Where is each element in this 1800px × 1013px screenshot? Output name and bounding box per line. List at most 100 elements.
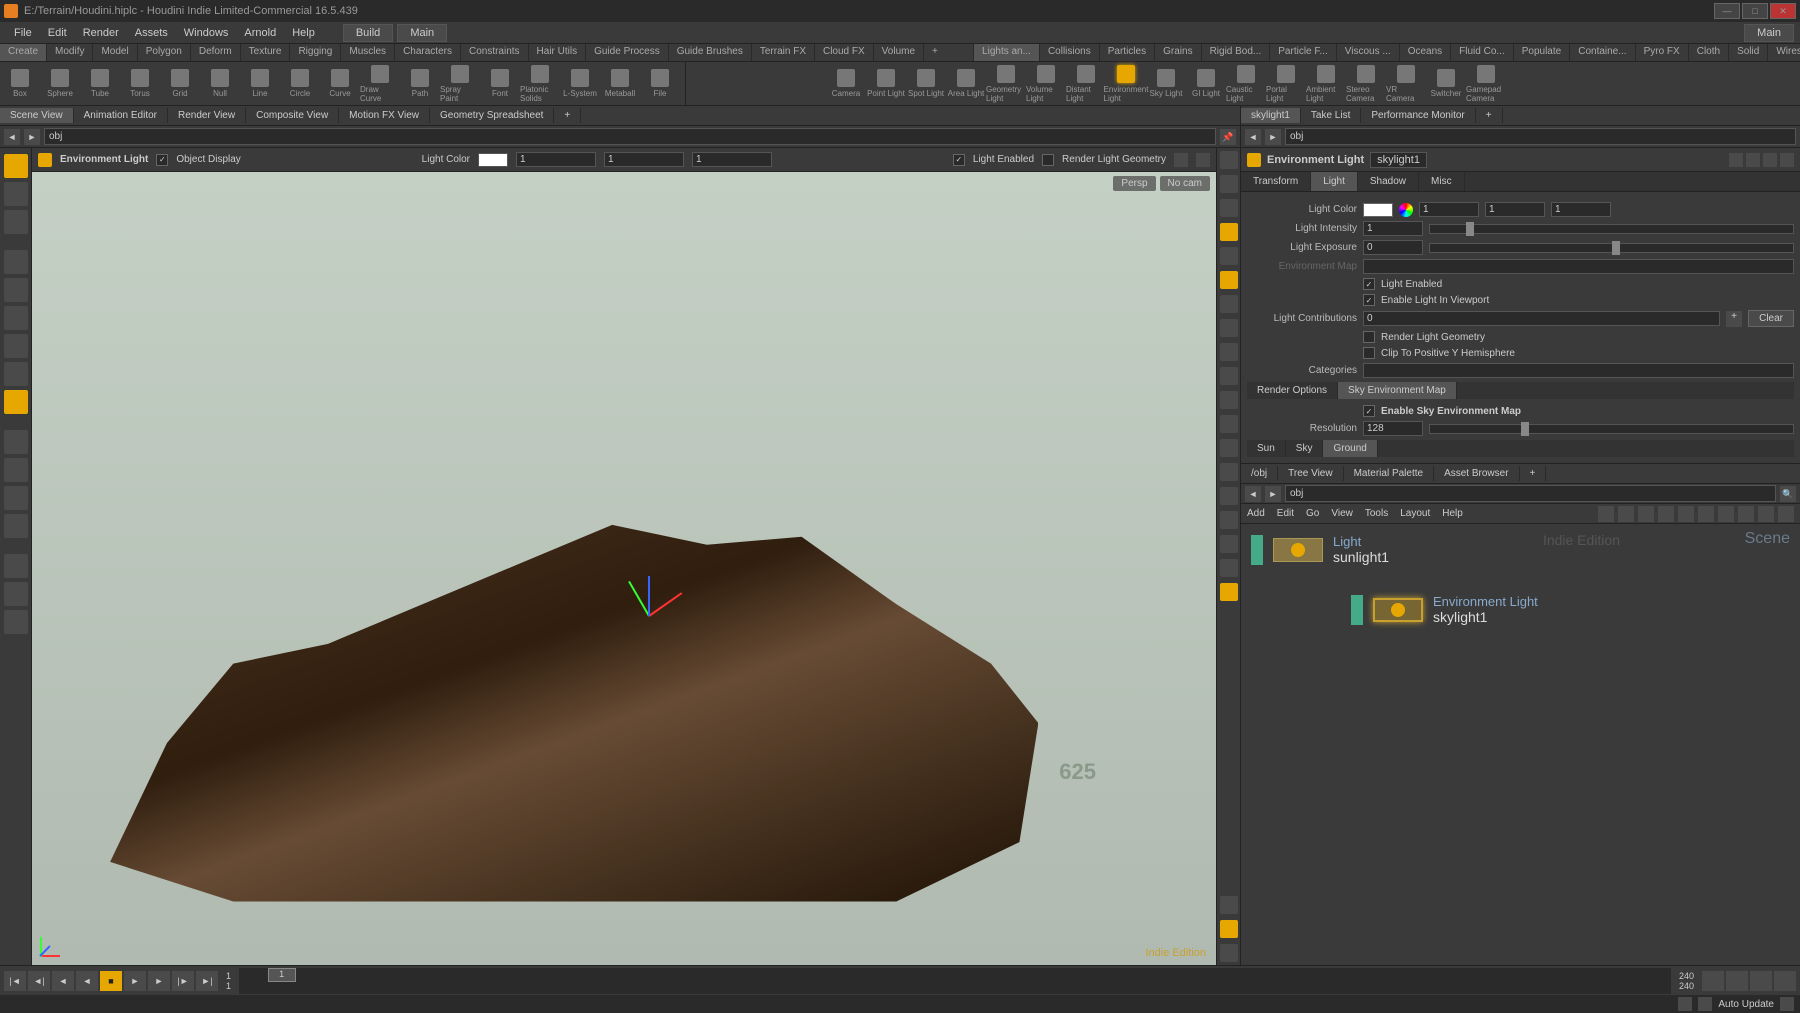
display-opt-icon[interactable] bbox=[1220, 151, 1238, 169]
tool-distantlight[interactable]: Distant Light bbox=[1066, 62, 1106, 105]
display-flag[interactable] bbox=[1351, 595, 1363, 625]
tool-skylight[interactable]: Sky Light bbox=[1146, 62, 1186, 105]
object-display-check[interactable]: ✓ bbox=[156, 154, 168, 166]
net-toolbar-icon[interactable] bbox=[1638, 506, 1654, 522]
subtab-sky-env-map[interactable]: Sky Environment Map bbox=[1338, 382, 1457, 399]
tab-geospread[interactable]: Geometry Spreadsheet bbox=[430, 108, 554, 123]
shelf-tab[interactable]: Oceans bbox=[1400, 44, 1451, 61]
tool-geolight[interactable]: Geometry Light bbox=[986, 62, 1026, 105]
display-opt-icon[interactable] bbox=[1220, 367, 1238, 385]
gear-icon[interactable] bbox=[1174, 153, 1188, 167]
step-fwd-button[interactable]: ► bbox=[148, 971, 170, 991]
tool-tube[interactable]: Tube bbox=[80, 62, 120, 105]
display-opt-icon[interactable] bbox=[1220, 295, 1238, 313]
info-icon[interactable] bbox=[1763, 153, 1777, 167]
shelf-tab[interactable]: Constraints bbox=[461, 44, 529, 61]
param-b[interactable] bbox=[1551, 202, 1611, 217]
tab-composite[interactable]: Composite View bbox=[246, 108, 339, 123]
persp-dropdown[interactable]: Persp bbox=[1113, 176, 1155, 191]
nav-back[interactable]: ◄ bbox=[4, 129, 20, 145]
light-enabled-check[interactable]: ✓ bbox=[953, 154, 965, 166]
tool-icon[interactable] bbox=[4, 182, 28, 206]
status-icon[interactable] bbox=[1698, 997, 1712, 1011]
menu-file[interactable]: File bbox=[6, 27, 40, 39]
shelf-tab[interactable]: Cloud FX bbox=[815, 44, 874, 61]
skytab-sun[interactable]: Sun bbox=[1247, 440, 1286, 457]
cam-dropdown[interactable]: No cam bbox=[1160, 176, 1210, 191]
net-toolbar-icon[interactable] bbox=[1718, 506, 1734, 522]
tab-takelist[interactable]: Take List bbox=[1301, 108, 1361, 123]
add-contrib-button[interactable]: + bbox=[1726, 311, 1742, 327]
shelf-tab[interactable]: Guide Process bbox=[586, 44, 669, 61]
display-opt-icon[interactable] bbox=[1220, 247, 1238, 265]
resolution-slider[interactable] bbox=[1429, 424, 1794, 434]
tool-volumelight[interactable]: Volume Light bbox=[1026, 62, 1066, 105]
menu-edit[interactable]: Edit bbox=[40, 27, 75, 39]
net-nav-back[interactable]: ◄ bbox=[1245, 486, 1261, 502]
resolution-field[interactable] bbox=[1363, 421, 1423, 436]
render-geom-check[interactable] bbox=[1042, 154, 1054, 166]
tool-drawcurve[interactable]: Draw Curve bbox=[360, 62, 400, 105]
shelf-tab[interactable]: Lights an... bbox=[974, 44, 1040, 61]
skytab-ground[interactable]: Ground bbox=[1323, 440, 1377, 457]
render-geom-check[interactable] bbox=[1363, 331, 1375, 343]
realtime-icon[interactable] bbox=[1702, 971, 1724, 991]
network-tab-obj[interactable]: /obj bbox=[1241, 466, 1278, 481]
tab-perfmon[interactable]: Performance Monitor bbox=[1361, 108, 1475, 123]
enable-sky-check[interactable]: ✓ bbox=[1363, 405, 1375, 417]
net-toolbar-icon[interactable] bbox=[1678, 506, 1694, 522]
net-menu-add[interactable]: Add bbox=[1247, 508, 1265, 519]
param-tab-transform[interactable]: Transform bbox=[1241, 172, 1311, 191]
net-toolbar-icon[interactable] bbox=[1698, 506, 1714, 522]
path-input-right[interactable] bbox=[1285, 128, 1796, 145]
net-menu-tools[interactable]: Tools bbox=[1365, 508, 1388, 519]
timeline-cursor[interactable]: 1 bbox=[268, 968, 296, 982]
menu-render[interactable]: Render bbox=[75, 27, 127, 39]
net-toolbar-icon[interactable] bbox=[1598, 506, 1614, 522]
tool-arealight[interactable]: Area Light bbox=[946, 62, 986, 105]
display-opt-icon[interactable] bbox=[1220, 223, 1238, 241]
search-icon[interactable] bbox=[1746, 153, 1760, 167]
tool-gilight[interactable]: GI Light bbox=[1186, 62, 1226, 105]
param-tab-shadow[interactable]: Shadow bbox=[1358, 172, 1419, 191]
select-tool-icon[interactable] bbox=[4, 154, 28, 178]
shelf-tab[interactable]: Containe... bbox=[1570, 44, 1635, 61]
network-tab-matpal[interactable]: Material Palette bbox=[1344, 466, 1434, 481]
next-key-button[interactable]: |► bbox=[172, 971, 194, 991]
shelf-tab[interactable]: Guide Brushes bbox=[669, 44, 752, 61]
tool-icon[interactable] bbox=[4, 458, 28, 482]
tool-causticlight[interactable]: Caustic Light bbox=[1226, 62, 1266, 105]
tab-add-right[interactable]: + bbox=[1476, 108, 1503, 123]
tab-motionfx[interactable]: Motion FX View bbox=[339, 108, 430, 123]
tool-metaball[interactable]: Metaball bbox=[600, 62, 640, 105]
audio-icon[interactable] bbox=[1774, 971, 1796, 991]
tab-animeditor[interactable]: Animation Editor bbox=[74, 108, 168, 123]
minimize-button[interactable]: — bbox=[1714, 3, 1740, 19]
display-opt-icon[interactable] bbox=[1220, 199, 1238, 217]
display-opt-icon[interactable] bbox=[1220, 391, 1238, 409]
snap-icon[interactable] bbox=[4, 514, 28, 538]
net-menu-go[interactable]: Go bbox=[1306, 508, 1319, 519]
tool-spraypaint[interactable]: Spray Paint bbox=[440, 62, 480, 105]
timeline-track[interactable]: 1 bbox=[239, 968, 1671, 994]
tool-camera[interactable]: Camera bbox=[826, 62, 866, 105]
shelf-tab[interactable]: Rigging bbox=[290, 44, 341, 61]
info-icon[interactable] bbox=[1220, 896, 1238, 914]
tool-icon[interactable] bbox=[4, 306, 28, 330]
shelf-tab[interactable]: Volume bbox=[874, 44, 924, 61]
display-opt-icon[interactable] bbox=[1220, 319, 1238, 337]
shelf-tab[interactable]: Wires bbox=[1768, 44, 1800, 61]
shelf-tab[interactable]: Rigid Bod... bbox=[1202, 44, 1271, 61]
tool-icon[interactable] bbox=[4, 278, 28, 302]
shelf-tab[interactable]: Fluid Co... bbox=[1451, 44, 1514, 61]
node-sunlight1[interactable]: Light sunlight1 bbox=[1251, 534, 1389, 565]
tool-icon[interactable] bbox=[4, 334, 28, 358]
prev-key-button[interactable]: ◄| bbox=[28, 971, 50, 991]
desktop-main[interactable]: Main bbox=[397, 24, 447, 42]
net-toolbar-icon[interactable] bbox=[1618, 506, 1634, 522]
network-canvas[interactable]: Scene Indie Edition Light sunlight1 Envi… bbox=[1241, 524, 1800, 965]
tool-box[interactable]: Box bbox=[0, 62, 40, 105]
display-opt-icon[interactable] bbox=[1220, 944, 1238, 962]
display-flag[interactable] bbox=[1251, 535, 1263, 565]
tab-renderview[interactable]: Render View bbox=[168, 108, 246, 123]
